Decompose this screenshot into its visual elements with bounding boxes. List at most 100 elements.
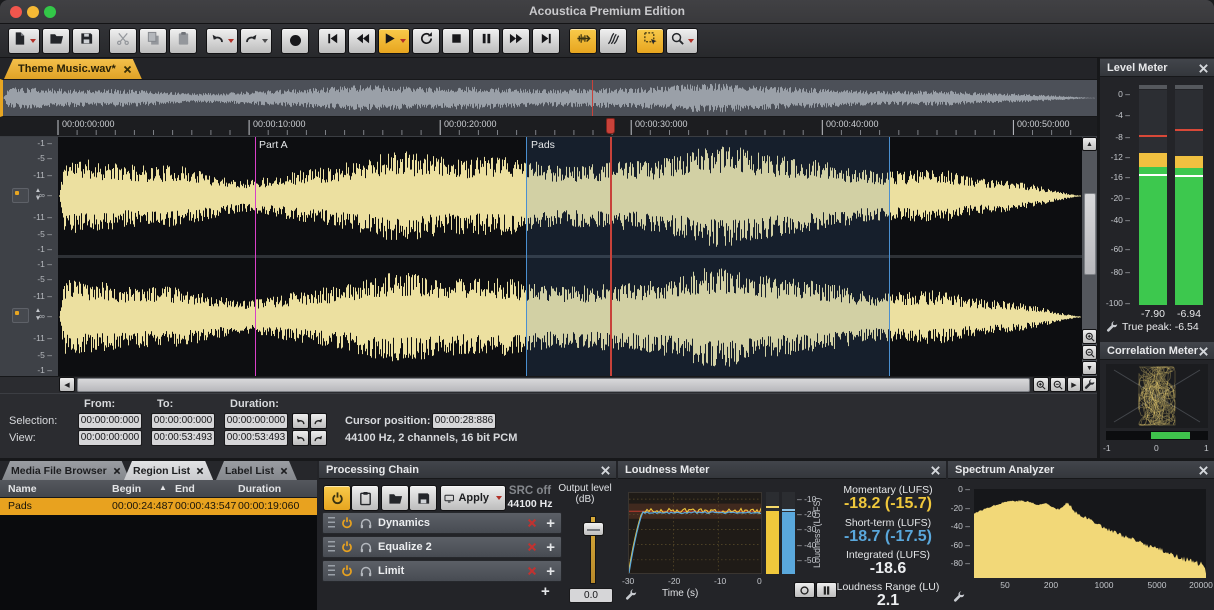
tab-region-list[interactable]: Region List: [124, 461, 213, 480]
go-to-end-button[interactable]: [532, 28, 560, 54]
tab-media-file-browser[interactable]: Media File Browser: [2, 461, 130, 480]
loudness-reset-button[interactable]: [794, 582, 815, 598]
headphones-icon[interactable]: [359, 540, 373, 554]
tab-close-icon[interactable]: [280, 467, 288, 475]
level-meter-close-icon[interactable]: [1198, 63, 1209, 74]
play-button[interactable]: [378, 28, 410, 54]
chain-apply-button[interactable]: Apply: [440, 485, 506, 511]
processing-chain-close-icon[interactable]: [600, 465, 611, 476]
region-row-pads[interactable]: Pads 00:00:24:487 00:00:43:547 00:00:19:…: [0, 498, 317, 515]
view-redo-button[interactable]: [310, 430, 327, 446]
undo-button[interactable]: [206, 28, 238, 54]
spectral-view-button[interactable]: [599, 28, 627, 54]
vertical-scroll-thumb[interactable]: [1084, 193, 1096, 275]
scroll-right-button[interactable]: ▶: [1067, 377, 1081, 392]
selection-to-field[interactable]: 00:00:00:000: [151, 413, 215, 429]
view-from-field[interactable]: 00:00:00:000: [78, 430, 142, 446]
fast-forward-button[interactable]: [502, 28, 530, 54]
loop-button[interactable]: [412, 28, 440, 54]
scroll-up-button[interactable]: ▲: [1082, 137, 1097, 151]
correlation-meter-close-icon[interactable]: [1198, 346, 1209, 357]
column-duration[interactable]: Duration: [238, 483, 281, 495]
chain-load-button[interactable]: [381, 485, 409, 511]
power-icon[interactable]: [340, 516, 354, 530]
cut-button[interactable]: [109, 28, 137, 54]
horizontal-scroll-thumb[interactable]: [77, 378, 1030, 392]
spectrum-settings-wrench-icon[interactable]: [953, 591, 966, 604]
level-meter-settings-wrench-icon[interactable]: [1106, 321, 1119, 334]
add-after-icon[interactable]: +: [546, 539, 555, 556]
channel-select-left-button[interactable]: [12, 188, 29, 203]
chain-clipboard-button[interactable]: [351, 485, 379, 511]
output-level-value-field[interactable]: 0.0: [569, 588, 613, 603]
view-to-field[interactable]: 00:00:53:493: [151, 430, 215, 446]
view-undo-button[interactable]: [292, 430, 309, 446]
power-icon[interactable]: [340, 540, 354, 554]
scroll-left-button[interactable]: ◀: [59, 377, 75, 392]
drag-handle-icon[interactable]: [328, 565, 335, 577]
tab-close-icon[interactable]: [196, 467, 204, 475]
zoom-in-vertical-button[interactable]: [1082, 329, 1097, 344]
view-settings-button[interactable]: [1082, 377, 1097, 392]
zoom-out-vertical-button[interactable]: [1082, 345, 1097, 360]
record-button[interactable]: [281, 28, 309, 54]
overview-waveform[interactable]: [0, 79, 1097, 117]
open-file-button[interactable]: [42, 28, 70, 54]
remove-icon[interactable]: [526, 517, 538, 529]
channel-zoom-spinner-left[interactable]: ▲▼: [33, 187, 43, 203]
output-level-slider-thumb[interactable]: [583, 522, 604, 536]
selection-region[interactable]: [526, 137, 890, 376]
save-file-button[interactable]: [72, 28, 100, 54]
new-file-button[interactable]: [8, 28, 40, 54]
selection-tool-button[interactable]: [636, 28, 664, 54]
spectrum-close-icon[interactable]: [1198, 465, 1209, 476]
loudness-settings-wrench-icon[interactable]: [625, 589, 638, 602]
document-tab[interactable]: Theme Music.wav*: [4, 59, 142, 79]
marker-line-part-a[interactable]: [255, 137, 256, 376]
scroll-down-button[interactable]: ▼: [1082, 361, 1097, 375]
zoom-tool-button[interactable]: [666, 28, 698, 54]
remove-icon[interactable]: [526, 541, 538, 553]
rewind-button[interactable]: [348, 28, 376, 54]
go-to-start-button[interactable]: [318, 28, 346, 54]
region-table-header[interactable]: Name Begin ▲ End Duration: [0, 480, 317, 498]
waveform-view-button[interactable]: [569, 28, 597, 54]
loudness-meter-close-icon[interactable]: [930, 465, 941, 476]
selection-undo-button[interactable]: [292, 413, 309, 429]
column-name[interactable]: Name: [8, 483, 37, 495]
chain-enable-button[interactable]: [323, 485, 351, 511]
timeline-ruler[interactable]: 00:00:00:00000:00:10:00000:00:20:00000:0…: [0, 117, 1097, 137]
zoom-out-horizontal-button[interactable]: [1050, 377, 1066, 392]
copy-button[interactable]: [139, 28, 167, 54]
tab-label-list[interactable]: Label List: [216, 461, 297, 480]
tab-close-icon[interactable]: [113, 467, 121, 475]
chain-item-dynamics[interactable]: Dynamics +: [322, 512, 562, 534]
cursor-position-field[interactable]: 00:00:28:886: [432, 413, 496, 429]
headphones-icon[interactable]: [359, 516, 373, 530]
stop-button[interactable]: [442, 28, 470, 54]
view-duration-field[interactable]: 00:00:53:493: [224, 430, 288, 446]
add-after-icon[interactable]: +: [546, 563, 555, 580]
tab-close-icon[interactable]: [123, 65, 132, 74]
column-end[interactable]: End: [175, 483, 195, 495]
chain-item-limit[interactable]: Limit +: [322, 560, 562, 582]
drag-handle-icon[interactable]: [328, 517, 335, 529]
remove-icon[interactable]: [526, 565, 538, 577]
selection-duration-field[interactable]: 00:00:00:000: [224, 413, 288, 429]
power-icon[interactable]: [340, 564, 354, 578]
channel-select-right-button[interactable]: [12, 308, 29, 323]
paste-button[interactable]: [169, 28, 197, 54]
add-effect-button[interactable]: +: [541, 583, 550, 600]
drag-handle-icon[interactable]: [328, 541, 335, 553]
chain-save-button[interactable]: [409, 485, 437, 511]
selection-from-field[interactable]: 00:00:00:000: [78, 413, 142, 429]
pause-button[interactable]: [472, 28, 500, 54]
playhead-handle[interactable]: [606, 118, 615, 134]
chain-item-equalize[interactable]: Equalize 2 +: [322, 536, 562, 558]
channel-zoom-spinner-right[interactable]: ▲▼: [33, 307, 43, 323]
selection-redo-button[interactable]: [310, 413, 327, 429]
redo-button[interactable]: [240, 28, 272, 54]
headphones-icon[interactable]: [359, 564, 373, 578]
add-after-icon[interactable]: +: [546, 515, 555, 532]
zoom-in-horizontal-button[interactable]: [1033, 377, 1049, 392]
